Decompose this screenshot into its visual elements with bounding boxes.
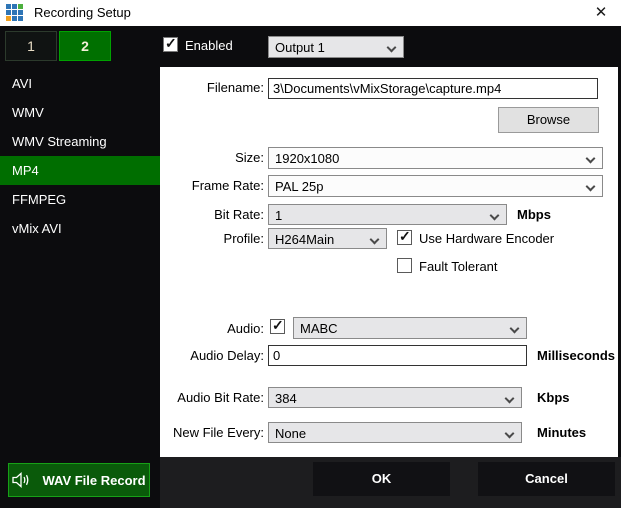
wav-file-record-label: WAV File Record [42, 473, 145, 488]
use-hardware-encoder-checkbox[interactable] [397, 230, 412, 245]
ok-button[interactable]: OK [313, 462, 450, 496]
audio-bit-rate-select[interactable]: 384 [268, 387, 522, 408]
audio-delay-input[interactable] [268, 345, 527, 366]
chevron-down-icon [387, 43, 397, 53]
audio-bit-rate-unit: Kbps [537, 390, 570, 405]
audio-label: Audio: [160, 321, 264, 336]
enabled-checkbox[interactable] [163, 37, 178, 52]
profile-label: Profile: [160, 231, 264, 246]
size-select[interactable]: 1920x1080 [268, 147, 603, 169]
vmix-logo-icon [6, 4, 25, 23]
sidebar-item-vmix-avi[interactable]: vMix AVI [0, 214, 160, 243]
filename-input[interactable] [268, 78, 598, 99]
new-file-every-unit: Minutes [537, 425, 586, 440]
bit-rate-select[interactable]: 1 [268, 204, 507, 225]
tab-output-1[interactable]: 1 [5, 31, 57, 61]
audio-delay-label: Audio Delay: [160, 348, 264, 363]
sidebar-item-wmv-streaming[interactable]: WMV Streaming [0, 127, 160, 156]
chevron-down-icon [505, 429, 515, 439]
tab-output-2[interactable]: 2 [59, 31, 111, 61]
chevron-down-icon [586, 182, 596, 192]
bit-rate-unit: Mbps [517, 207, 551, 222]
new-file-every-select[interactable]: None [268, 422, 522, 443]
browse-button[interactable]: Browse [498, 107, 599, 133]
enabled-label: Enabled [185, 38, 233, 53]
filename-label: Filename: [160, 80, 264, 95]
speaker-icon [12, 472, 32, 488]
wav-file-record-button[interactable]: WAV File Record [8, 463, 150, 497]
recording-setup-dialog: Recording Setup ✕ 1 2 Enabled Output 1 A… [0, 0, 621, 508]
chevron-down-icon [370, 235, 380, 245]
new-file-every-label: New File Every: [160, 425, 264, 440]
title-bar: Recording Setup ✕ [0, 0, 621, 26]
output-select[interactable]: Output 1 [268, 36, 404, 58]
chevron-down-icon [490, 211, 500, 221]
audio-delay-unit: Milliseconds [537, 348, 615, 363]
sidebar-item-wmv[interactable]: WMV [0, 98, 160, 127]
bit-rate-label: Bit Rate: [160, 207, 264, 222]
size-label: Size: [160, 150, 264, 165]
close-icon[interactable]: ✕ [589, 2, 613, 24]
sidebar-item-avi[interactable]: AVI [0, 69, 160, 98]
window-title: Recording Setup [34, 5, 131, 20]
chevron-down-icon [510, 324, 520, 334]
profile-select[interactable]: H264Main [268, 228, 387, 249]
cancel-button[interactable]: Cancel [478, 462, 615, 496]
audio-bit-rate-label: Audio Bit Rate: [160, 390, 264, 405]
chevron-down-icon [586, 154, 596, 164]
fault-tolerant-checkbox[interactable] [397, 258, 412, 273]
fault-tolerant-label: Fault Tolerant [419, 259, 498, 274]
audio-checkbox[interactable] [270, 319, 285, 334]
settings-panel: Filename: Browse Size: 1920x1080 Frame R… [160, 67, 618, 457]
sidebar-item-ffmpeg[interactable]: FFMPEG [0, 185, 160, 214]
use-hardware-encoder-label: Use Hardware Encoder [419, 231, 554, 246]
chevron-down-icon [505, 394, 515, 404]
sidebar-item-mp4[interactable]: MP4 [0, 156, 160, 185]
audio-select[interactable]: MABC [293, 317, 527, 339]
frame-rate-select[interactable]: PAL 25p [268, 175, 603, 197]
frame-rate-label: Frame Rate: [160, 178, 264, 193]
